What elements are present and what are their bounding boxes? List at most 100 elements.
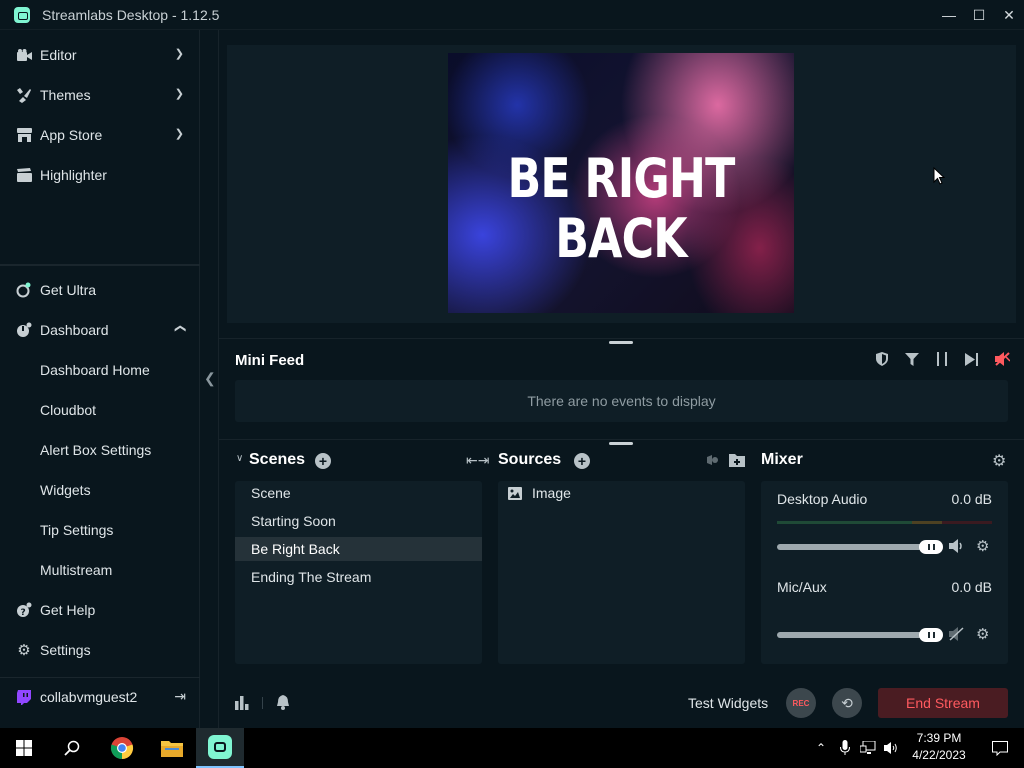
replay-icon: ⟲ [841, 694, 853, 711]
stats-icon[interactable] [235, 696, 249, 713]
test-widgets-button[interactable]: Test Widgets [688, 695, 768, 711]
shield-icon[interactable] [874, 351, 890, 367]
file-explorer-taskbar-button[interactable] [148, 728, 196, 768]
title-bar: Streamlabs Desktop - 1.12.5 — ☐ ✕ [0, 0, 1024, 30]
taskbar-clock[interactable]: 7:39 PM 4/22/2023 [904, 730, 974, 764]
sources-title: Sources [498, 451, 562, 468]
source-label: Image [532, 485, 571, 501]
end-stream-button[interactable]: End Stream [878, 688, 1008, 718]
footer-divider [262, 697, 263, 709]
chevron-down-icon: ❯ [174, 128, 184, 140]
sidebar-item-themes[interactable]: Themes ❯ [0, 75, 200, 115]
channel-settings-gear-icon[interactable]: ⚙ [976, 537, 989, 555]
sidebar-item-dashboard[interactable]: Dashboard ❯ [0, 310, 200, 350]
chrome-taskbar-button[interactable] [98, 728, 146, 768]
scene-item[interactable]: Ending The Stream [235, 565, 482, 589]
store-icon [16, 127, 32, 143]
dashboard-icon [16, 322, 32, 338]
windows-icon [16, 740, 32, 756]
start-button[interactable] [0, 728, 48, 768]
sidebar-sub-tip-settings[interactable]: Tip Settings [40, 510, 113, 550]
add-folder-icon[interactable] [729, 453, 745, 470]
replay-buffer-button[interactable]: ⟲ [832, 688, 862, 718]
be-right-back-image: BE RIGHT BACK [448, 53, 794, 313]
main-area: BE RIGHT BACK Mini Feed There are no eve… [219, 30, 1024, 728]
filter-icon[interactable] [904, 351, 920, 367]
clock-time: 7:39 PM [916, 731, 962, 745]
mixer-settings-gear-icon[interactable]: ⚙ [992, 451, 1006, 471]
collapse-chevron-icon[interactable]: ∨ [236, 453, 243, 464]
add-source-button[interactable]: + [574, 453, 590, 469]
volume-icon[interactable] [884, 741, 900, 755]
audio-meter-red [942, 521, 992, 524]
skip-icon[interactable] [964, 351, 980, 367]
sidebar-user[interactable]: collabvmguest2 ⇥ [0, 677, 200, 717]
svg-text:?: ? [21, 608, 26, 618]
sidebar-item-settings[interactable]: ⚙ Settings [0, 630, 200, 670]
scene-item[interactable]: Starting Soon [235, 509, 482, 533]
mini-feed-toolbar [874, 351, 1010, 367]
chrome-icon [110, 737, 134, 760]
volume-slider[interactable] [777, 544, 937, 550]
sidebar-item-editor[interactable]: Editor ❯ [0, 35, 200, 75]
search-button[interactable] [48, 728, 96, 768]
chevron-up-icon[interactable]: ⌃ [816, 741, 826, 755]
window-controls: — ☐ ✕ [934, 0, 1024, 30]
footer-bar: Test Widgets REC ⟲ End Stream [219, 685, 1024, 728]
notification-icon [992, 740, 1008, 756]
scene-item[interactable]: Scene [235, 481, 482, 505]
sidebar-item-label: Themes [40, 87, 91, 103]
resize-handle[interactable] [609, 442, 633, 445]
sidebar-item-highlighter[interactable]: Highlighter [0, 155, 200, 195]
channel-settings-gear-icon[interactable]: ⚙ [976, 625, 989, 643]
mute-alerts-icon[interactable] [994, 351, 1010, 367]
preview-overlay-text: BE RIGHT BACK [507, 147, 735, 270]
logout-icon[interactable]: ⇥ [174, 688, 186, 705]
sidebar-sub-widgets[interactable]: Widgets [40, 470, 91, 510]
sidebar-item-app-store[interactable]: App Store ❯ [0, 115, 200, 155]
minimize-button[interactable]: — [934, 0, 964, 30]
group-sources-icon[interactable] [705, 453, 720, 470]
streamlabs-taskbar-button[interactable] [196, 728, 244, 768]
sidebar-sub-cloudbot[interactable]: Cloudbot [40, 390, 96, 430]
record-button[interactable]: REC [786, 688, 816, 718]
source-item[interactable]: Image [498, 481, 745, 505]
streamlabs-icon [208, 735, 232, 759]
sidebar-sub-alert-box-settings[interactable]: Alert Box Settings [40, 430, 151, 470]
add-scene-button[interactable]: + [315, 453, 331, 469]
brush-icon [16, 87, 32, 103]
scene-item-active[interactable]: Be Right Back [235, 537, 482, 561]
mixer-channel-name: Mic/Aux [777, 579, 827, 595]
close-button[interactable]: ✕ [994, 0, 1024, 30]
volume-slider[interactable] [777, 632, 937, 638]
volume-slider-knob[interactable] [919, 540, 943, 554]
sidebar-collapse-handle[interactable]: ❮ [200, 30, 219, 728]
help-icon: ? [16, 602, 32, 618]
network-icon[interactable] [860, 741, 876, 755]
notifications-button[interactable] [976, 728, 1024, 768]
microphone-icon[interactable] [840, 740, 851, 756]
speaker-icon[interactable] [949, 539, 965, 556]
sidebar-item-label: Highlighter [40, 167, 107, 183]
scenes-list: Scene Starting Soon Be Right Back Ending… [235, 481, 482, 664]
system-tray: ⌃ [816, 728, 900, 768]
pause-icon[interactable] [934, 351, 950, 367]
sidebar-sub-dashboard-home[interactable]: Dashboard Home [40, 350, 150, 390]
mixer-channel-name: Desktop Audio [777, 491, 868, 507]
resize-handle[interactable] [609, 341, 633, 344]
stream-preview[interactable]: BE RIGHT BACK [227, 45, 1016, 323]
sidebar-item-label: Get Ultra [40, 282, 97, 298]
mic-muted-icon[interactable] [949, 627, 965, 644]
sidebar-sub-multistream[interactable]: Multistream [40, 550, 112, 590]
clapper-icon [16, 167, 32, 183]
maximize-button[interactable]: ☐ [964, 0, 994, 30]
sidebar-item-get-help[interactable]: ? Get Help [0, 590, 200, 630]
sidebar-item-get-ultra[interactable]: Get Ultra [0, 270, 200, 310]
ultra-icon [16, 282, 32, 298]
chevron-down-icon: ❯ [174, 88, 184, 100]
volume-slider-knob[interactable] [919, 628, 943, 642]
sidebar-item-label: Dashboard [40, 322, 109, 338]
audio-meter-yellow [912, 521, 942, 524]
bell-icon[interactable] [276, 695, 290, 713]
scene-transitions-icon[interactable]: ⇤⇥ [466, 452, 489, 469]
